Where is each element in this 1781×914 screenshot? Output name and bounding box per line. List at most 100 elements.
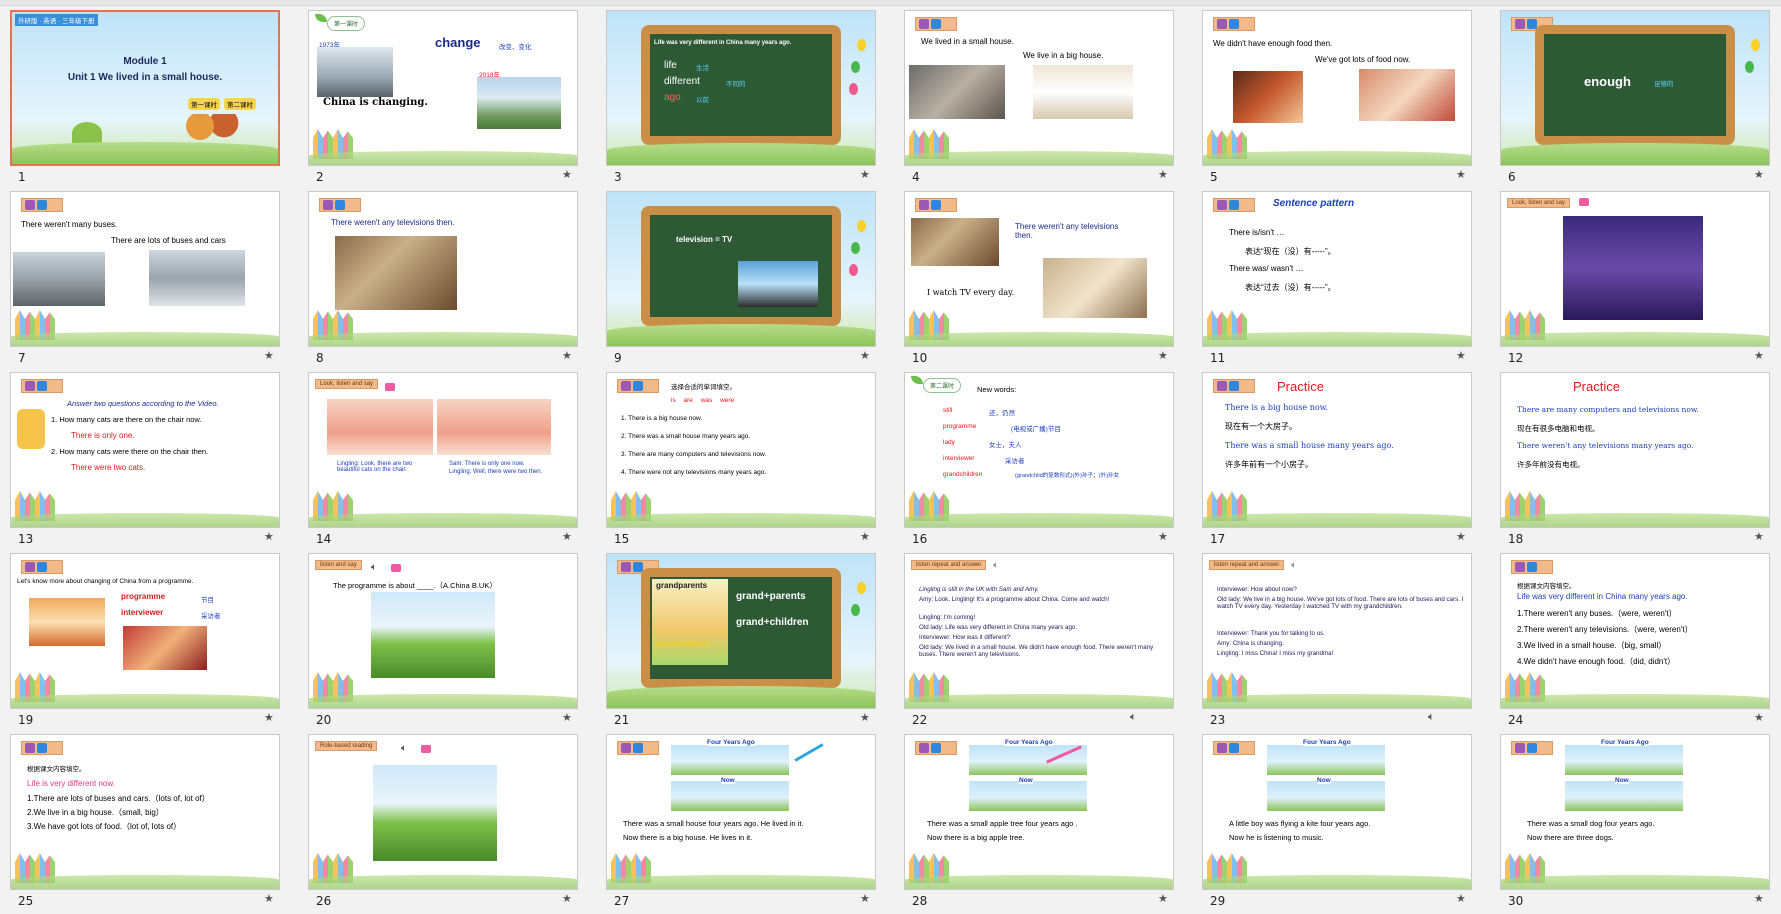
star-icon[interactable]: ★ [264, 530, 274, 543]
slide-canvas[interactable]: Let's know more about changing of China … [10, 553, 280, 709]
lesson1-button[interactable]: 第一课时 [188, 98, 220, 110]
speaker-icon[interactable]: 🔈︎ [1291, 560, 1297, 571]
star-icon[interactable]: ★ [1456, 349, 1466, 362]
slide-canvas[interactable]: 外研版 · 英语 · 三年级下册 Module 1 Unit 1 We live… [10, 10, 280, 166]
dragon-bigben-video[interactable] [373, 765, 497, 861]
star-icon[interactable]: ★ [1158, 892, 1168, 905]
slide-thumb-17[interactable]: Practice There is a big house now. 现在有一个… [1202, 372, 1472, 546]
speaker-icon[interactable]: 🔈︎ [371, 562, 377, 573]
star-icon[interactable]: ★ [562, 530, 572, 543]
star-icon[interactable]: ★ [1158, 349, 1168, 362]
video-icon[interactable] [1579, 198, 1589, 206]
slide-canvas[interactable]: Life was very different in China many ye… [606, 10, 876, 166]
slide-canvas[interactable]: listen repeat and answer 🔈︎ Interviewer:… [1202, 553, 1472, 709]
slide-canvas[interactable]: Four Years Ago Now A little boy was flyi… [1202, 734, 1472, 890]
video-icon[interactable] [385, 383, 395, 391]
slide-thumb-21[interactable]: grandparents grandchildren grand+parents… [606, 553, 876, 727]
star-icon[interactable]: ★ [562, 892, 572, 905]
star-icon[interactable]: ★ [860, 168, 870, 181]
star-icon[interactable]: ★ [1754, 711, 1764, 724]
slide-thumb-12[interactable]: Look, listen and say 12 ★ [1500, 191, 1770, 365]
video-icon[interactable] [391, 564, 401, 572]
slide-canvas[interactable]: grandparents grandchildren grand+parents… [606, 553, 876, 709]
star-icon[interactable]: ★ [1754, 349, 1764, 362]
night-city-video[interactable] [1563, 216, 1703, 320]
star-icon[interactable]: ★ [860, 349, 870, 362]
slide-thumb-20[interactable]: listen and say 🔈︎ The programme is about… [308, 553, 578, 727]
star-icon[interactable]: ★ [1754, 168, 1764, 181]
star-icon[interactable]: ★ [562, 711, 572, 724]
slide-thumb-1[interactable]: 外研版 · 英语 · 三年级下册 Module 1 Unit 1 We live… [10, 10, 280, 184]
slide-canvas[interactable]: Practice There are many computers and te… [1500, 372, 1770, 528]
speaker-icon[interactable]: 🔈︎ [1130, 711, 1137, 724]
speaker-icon[interactable]: 🔈︎ [993, 560, 999, 571]
slide-canvas[interactable]: We didn't have enough food then. We've g… [1202, 10, 1472, 166]
star-icon[interactable]: ★ [860, 530, 870, 543]
slide-thumb-27[interactable]: Four Years Ago Now There was a small hou… [606, 734, 876, 908]
star-icon[interactable]: ★ [1754, 892, 1764, 905]
star-icon[interactable]: ★ [1158, 168, 1168, 181]
star-icon[interactable]: ★ [1456, 530, 1466, 543]
slide-thumb-4[interactable]: We lived in a small house. We live in a … [904, 10, 1174, 184]
slide-thumb-19[interactable]: Let's know more about changing of China … [10, 553, 280, 727]
slide-thumb-6[interactable]: enough 足够的 6 ★ [1500, 10, 1770, 184]
slide-thumb-18[interactable]: Practice There are many computers and te… [1500, 372, 1770, 546]
video-icon[interactable] [421, 745, 431, 753]
slide-canvas[interactable]: There weren't any televisions then. [308, 191, 578, 347]
slide-canvas[interactable]: 第一课时 1973年 change 改变、变化 2018年 China is c… [308, 10, 578, 166]
slide-canvas[interactable]: enough 足够的 [1500, 10, 1770, 166]
slide-canvas[interactable]: 根据课文内容填空。 Life is very different now. 1.… [10, 734, 280, 890]
slide-thumb-28[interactable]: Four Years Ago Now There was a small app… [904, 734, 1174, 908]
star-icon[interactable]: ★ [264, 711, 274, 724]
slide-thumb-10[interactable]: There weren't any televisions then. I wa… [904, 191, 1174, 365]
slide-thumb-15[interactable]: 选择合适的单词填空。 is are was were 1. There is a… [606, 372, 876, 546]
speaker-icon[interactable]: 🔈︎ [1428, 711, 1435, 724]
slide-canvas[interactable]: television = TV [606, 191, 876, 347]
star-icon[interactable]: ★ [264, 892, 274, 905]
speaker-icon[interactable]: 🔈︎ [401, 743, 407, 754]
slide-thumb-25[interactable]: 根据课文内容填空。 Life is very different now. 1.… [10, 734, 280, 908]
star-icon[interactable]: ★ [1158, 530, 1168, 543]
slide-canvas[interactable]: Practice There is a big house now. 现在有一个… [1202, 372, 1472, 528]
slide-thumb-9[interactable]: television = TV 9 ★ [606, 191, 876, 365]
lesson2-button[interactable]: 第二课时 [224, 98, 256, 110]
star-icon[interactable]: ★ [1754, 530, 1764, 543]
slide-thumb-5[interactable]: We didn't have enough food then. We've g… [1202, 10, 1472, 184]
slide-thumb-30[interactable]: Four Years Ago Now There was a small dog… [1500, 734, 1770, 908]
slide-canvas[interactable]: There weren't many buses. There are lots… [10, 191, 280, 347]
slide-canvas[interactable]: 选择合适的单词填空。 is are was were 1. There is a… [606, 372, 876, 528]
dragon-bigben-video[interactable] [371, 592, 495, 678]
slide-canvas[interactable]: Four Years Ago Now There was a small hou… [606, 734, 876, 890]
slide-canvas[interactable]: Sentence pattern There is/isn't … 表达“现在（… [1202, 191, 1472, 347]
slide-thumb-26[interactable]: Role-based reading 🔈︎ 26 ★ [308, 734, 578, 908]
slide-canvas[interactable]: Look, listen and say Lingling: Look, the… [308, 372, 578, 528]
slide-canvas[interactable]: Look, listen and say [1500, 191, 1770, 347]
slide-canvas[interactable]: 第二课时 New words: still 还，仍然 programme (电视… [904, 372, 1174, 528]
slide-canvas[interactable]: Four Years Ago Now There was a small app… [904, 734, 1174, 890]
slide-thumb-2[interactable]: 第一课时 1973年 change 改变、变化 2018年 China is c… [308, 10, 578, 184]
star-icon[interactable]: ★ [1456, 168, 1466, 181]
slide-canvas[interactable]: Four Years Ago Now There was a small dog… [1500, 734, 1770, 890]
slide-canvas[interactable]: listen and say 🔈︎ The programme is about… [308, 553, 578, 709]
slide-thumb-3[interactable]: Life was very different in China many ye… [606, 10, 876, 184]
slide-thumb-7[interactable]: There weren't many buses. There are lots… [10, 191, 280, 365]
slide-canvas[interactable]: Role-based reading 🔈︎ [308, 734, 578, 890]
star-icon[interactable]: ★ [562, 168, 572, 181]
slide-thumb-29[interactable]: Four Years Ago Now A little boy was flyi… [1202, 734, 1472, 908]
slide-thumb-11[interactable]: Sentence pattern There is/isn't … 表达“现在（… [1202, 191, 1472, 365]
slide-thumb-24[interactable]: 根据课文内容填空。 Life was very different in Chi… [1500, 553, 1770, 727]
slide-canvas[interactable]: There weren't any televisions then. I wa… [904, 191, 1174, 347]
slide-canvas[interactable]: listen repeat and answer 🔈︎ Lingling is … [904, 553, 1174, 709]
star-icon[interactable]: ★ [860, 711, 870, 724]
slide-thumb-8[interactable]: There weren't any televisions then. 8 ★ [308, 191, 578, 365]
star-icon[interactable]: ★ [264, 349, 274, 362]
slide-canvas[interactable]: We lived in a small house. We live in a … [904, 10, 1174, 166]
slide-thumb-13[interactable]: Answer two questions according to the Vi… [10, 372, 280, 546]
slide-canvas[interactable]: 根据课文内容填空。 Life was very different in Chi… [1500, 553, 1770, 709]
slide-thumb-23[interactable]: listen repeat and answer 🔈︎ Interviewer:… [1202, 553, 1472, 727]
slide-thumb-22[interactable]: listen repeat and answer 🔈︎ Lingling is … [904, 553, 1174, 727]
star-icon[interactable]: ★ [562, 349, 572, 362]
star-icon[interactable]: ★ [860, 892, 870, 905]
slide-canvas[interactable]: Answer two questions according to the Vi… [10, 372, 280, 528]
slide-thumb-14[interactable]: Look, listen and say Lingling: Look, the… [308, 372, 578, 546]
